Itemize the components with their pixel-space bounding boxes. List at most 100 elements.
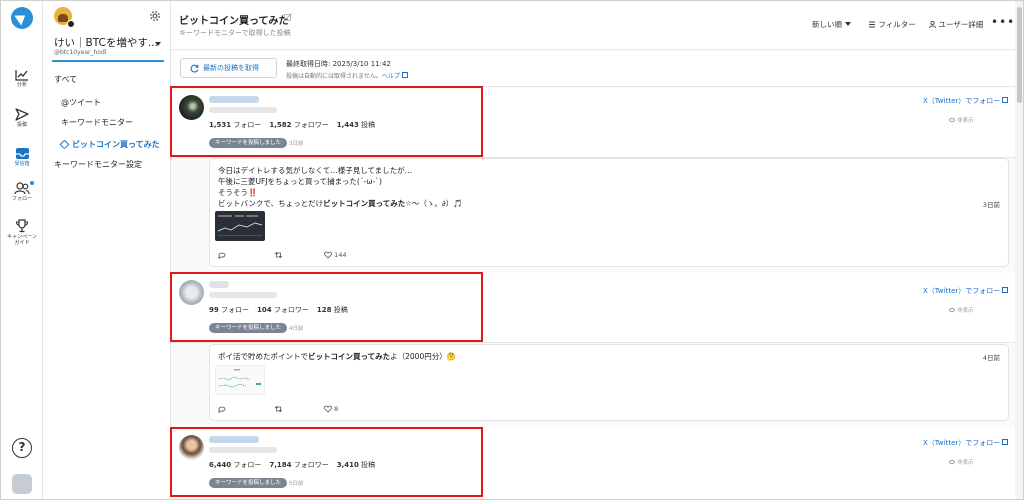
sort-dropdown[interactable]: 新しい順 [812,19,851,30]
hide-button[interactable]: 非表示 [949,306,974,314]
follow-count: 1,531 [209,121,232,129]
sidebar-item-keyword-monitor[interactable]: キーワードモニター [61,117,133,128]
post-label: 投稿 [331,306,348,314]
post-text-part: よ（2000円分）🤔 [390,352,457,361]
user-row[interactable]: 99 フォロー 104 フォロワー 128 投稿 キーワードを投稿しました 4日前 … [171,273,1015,343]
keyword-highlight: ビットコイン買ってみた [323,199,406,208]
hide-label: 非表示 [957,118,974,124]
page-subtitle: キーワードモニターで取得した投稿 [179,29,291,37]
heart-icon [324,251,332,259]
app-logo-icon[interactable] [11,7,33,29]
retweet-button[interactable] [274,405,283,413]
eye-off-icon [949,460,955,464]
fetch-latest-button[interactable]: 最新の投稿を取得 [180,58,277,78]
like-button[interactable]: 8 [324,405,338,413]
reply-icon [218,252,226,260]
keyword-highlight: ビットコイン買ってみた [308,352,391,361]
trophy-icon [15,219,29,233]
post-image[interactable] [215,211,265,241]
follow-on-x-label: X（Twitter）でフォロー [923,439,1001,447]
post-text-part: ビットバンクで、ちょっとだけ [218,199,324,208]
user-time: 4日前 [289,326,304,332]
hide-label: 非表示 [957,460,974,466]
external-link-icon [401,72,408,78]
icon-rail: 分析 投稿 受信箱 フォロー キャンペーン ガイド ? [1,1,43,499]
sidebar-item-all[interactable]: すべて [54,74,77,85]
like-button[interactable]: 144 [324,251,347,259]
sidebar-item-tweets[interactable]: @ツイート [61,97,101,108]
user-row[interactable]: 6,440 フォロー 7,184 フォロワー 3,410 投稿 キーワードを投稿しま… [171,428,1015,499]
chevron-down-icon[interactable] [155,42,161,46]
rail-item-post[interactable]: 投稿 [1,108,43,129]
page-title: ビットコイン買ってみた [179,16,289,27]
users-icon [14,182,30,195]
filter-label: フィルター [878,20,916,29]
help-link[interactable]: ヘルプ [381,72,408,80]
user-stats: 1,531 フォロー 1,582 フォロワー 1,443 投稿 [209,120,375,130]
last-fetch-time: 最終取得日時: 2025/3/10 11:42 [286,60,391,68]
reply-button[interactable] [218,251,226,260]
post-line: そうそう‼️ [218,188,258,197]
user-detail-button[interactable]: ユーザー詳細 [929,19,983,30]
sidebar-item-bitcoin-label: ビットコイン買ってみた [72,140,160,149]
like-count: 8 [334,405,339,413]
post-card[interactable]: 今日はデイトレする気がしなくて…様子見してましたが… 午後に三菱UFJをちょっと… [209,158,1009,267]
chart-thumbnail-icon [217,215,263,236]
follow-on-x-link[interactable]: X（Twitter）でフォロー [923,96,1009,106]
inbox-icon [15,148,29,159]
retweet-button[interactable] [274,251,283,259]
rail-label-analytics: 分析 [16,82,27,88]
tag-icon [59,139,70,150]
follow-on-x-link[interactable]: X（Twitter）でフォロー [923,438,1009,448]
follower-count: 1,582 [269,121,292,129]
rail-label-post: 投稿 [16,122,27,128]
help-link-label: ヘルプ [381,73,400,80]
user-handle-redacted [209,292,277,298]
user-icon [929,20,936,29]
avatar[interactable] [179,435,204,460]
rail-label-inbox: 受信箱 [14,161,30,167]
user-row[interactable]: 1,531 フォロー 1,582 フォロワー 1,443 投稿 キーワードを投稿しま… [171,88,1015,158]
like-count: 144 [334,251,347,259]
post-line: 午後に三菱UFJをちょっと買って捕まった(´-ω-`) [218,177,382,186]
sidebar-item-bitcoin-keyword[interactable]: ビットコイン買ってみた [59,139,160,150]
sidebar-item-keyword-settings[interactable]: キーワードモニター設定 [54,159,142,170]
user-name-redacted [209,281,229,288]
post-label: 投稿 [358,121,376,129]
hide-label: 非表示 [957,308,974,314]
user-handle-redacted [209,107,277,113]
rail-item-analytics[interactable]: 分析 [1,69,43,89]
edit-icon[interactable] [284,13,292,21]
follow-label: フォロー [231,121,262,129]
more-menu-icon[interactable]: ••• [991,15,1015,29]
collapse-sidebar-icon[interactable] [12,474,32,494]
hide-button[interactable]: 非表示 [949,458,974,466]
scrollbar-thumb[interactable] [1017,7,1022,103]
hide-button[interactable]: 非表示 [949,116,974,124]
account-name[interactable]: けい｜BTCを増やす... [54,35,158,50]
filter-button[interactable]: フィルター [868,19,916,30]
avatar[interactable] [179,95,204,120]
post-line: 今日はデイトレする気がしなくて…様子見してましたが… [218,166,413,175]
user-time: 3日前 [289,141,304,147]
post-image[interactable] [215,365,265,395]
refresh-icon [190,64,199,73]
rail-item-campaign[interactable]: キャンペーン ガイド [1,219,43,247]
external-link-icon [1002,287,1009,293]
rail-item-inbox[interactable]: 受信箱 [1,147,43,168]
post-time: 4日前 [982,354,1000,362]
follow-on-x-link[interactable]: X（Twitter）でフォロー [923,286,1009,296]
user-name-redacted [209,96,259,103]
gear-icon[interactable] [149,10,161,22]
reply-button[interactable] [218,405,226,414]
post-card[interactable]: ポイ活で貯めたポイントでビットコイン買ってみたよ（2000円分）🤔 4日前 8 [209,344,1009,421]
post-text-part: ☆～（ゝ。∂）🎵 [405,199,463,208]
rail-item-follow[interactable]: フォロー [1,181,43,203]
fetch-latest-label: 最新の投稿を取得 [203,64,259,72]
send-icon [15,108,29,121]
sort-label: 新しい順 [812,20,842,29]
user-stats: 99 フォロー 104 フォロワー 128 投稿 [209,305,348,315]
avatar[interactable] [179,280,204,305]
scrollbar[interactable] [1015,1,1023,499]
help-icon[interactable]: ? [12,438,32,458]
